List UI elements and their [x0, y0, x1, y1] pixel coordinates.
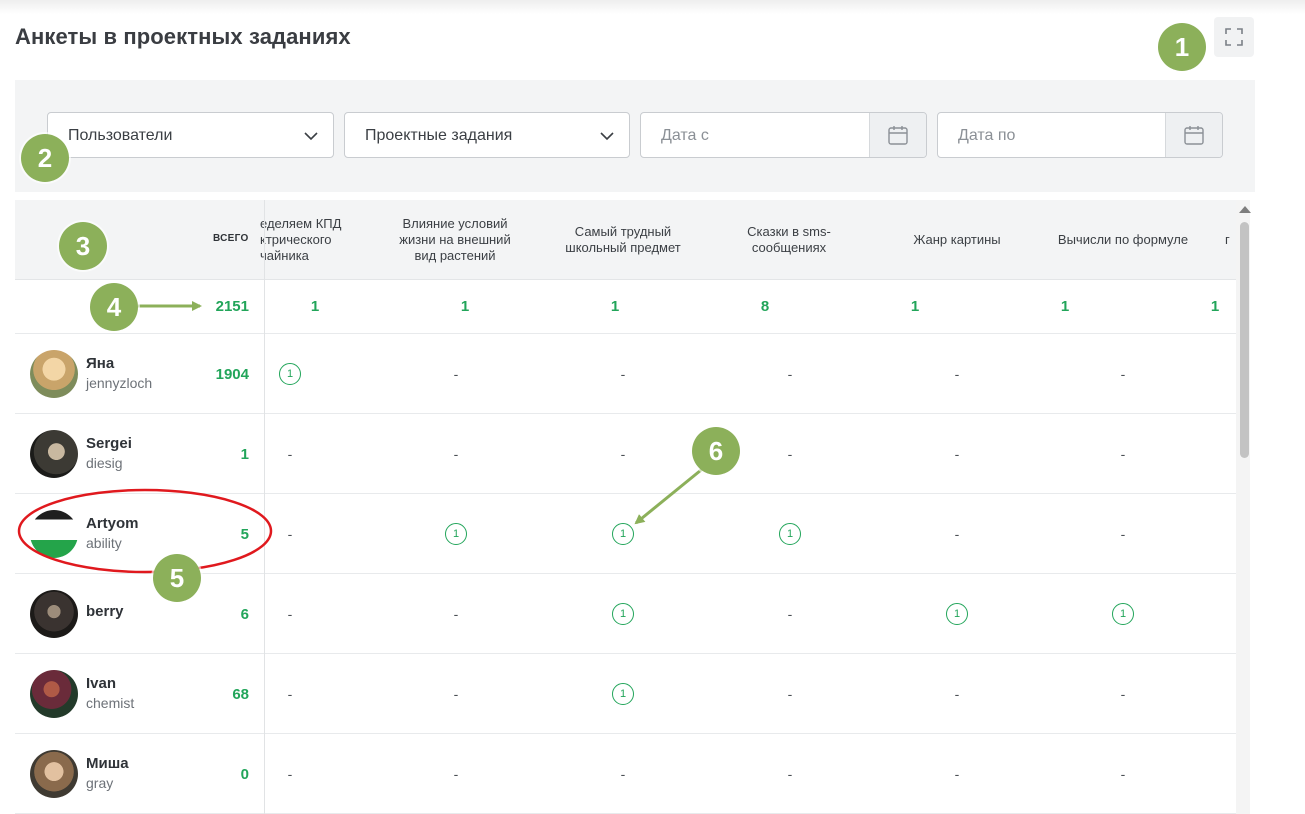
annotation-marker: 3 [59, 222, 107, 270]
annotation-marker: 1 [1158, 23, 1206, 71]
annotation-marker: 2 [21, 134, 69, 182]
highlight-ellipse [17, 488, 273, 574]
annotation-marker: 5 [153, 554, 201, 602]
annotation-marker: 6 [692, 427, 740, 475]
annotation-overlay [17, 301, 707, 574]
annotation-arrow [634, 464, 707, 525]
annotation-marker: 4 [90, 283, 138, 331]
